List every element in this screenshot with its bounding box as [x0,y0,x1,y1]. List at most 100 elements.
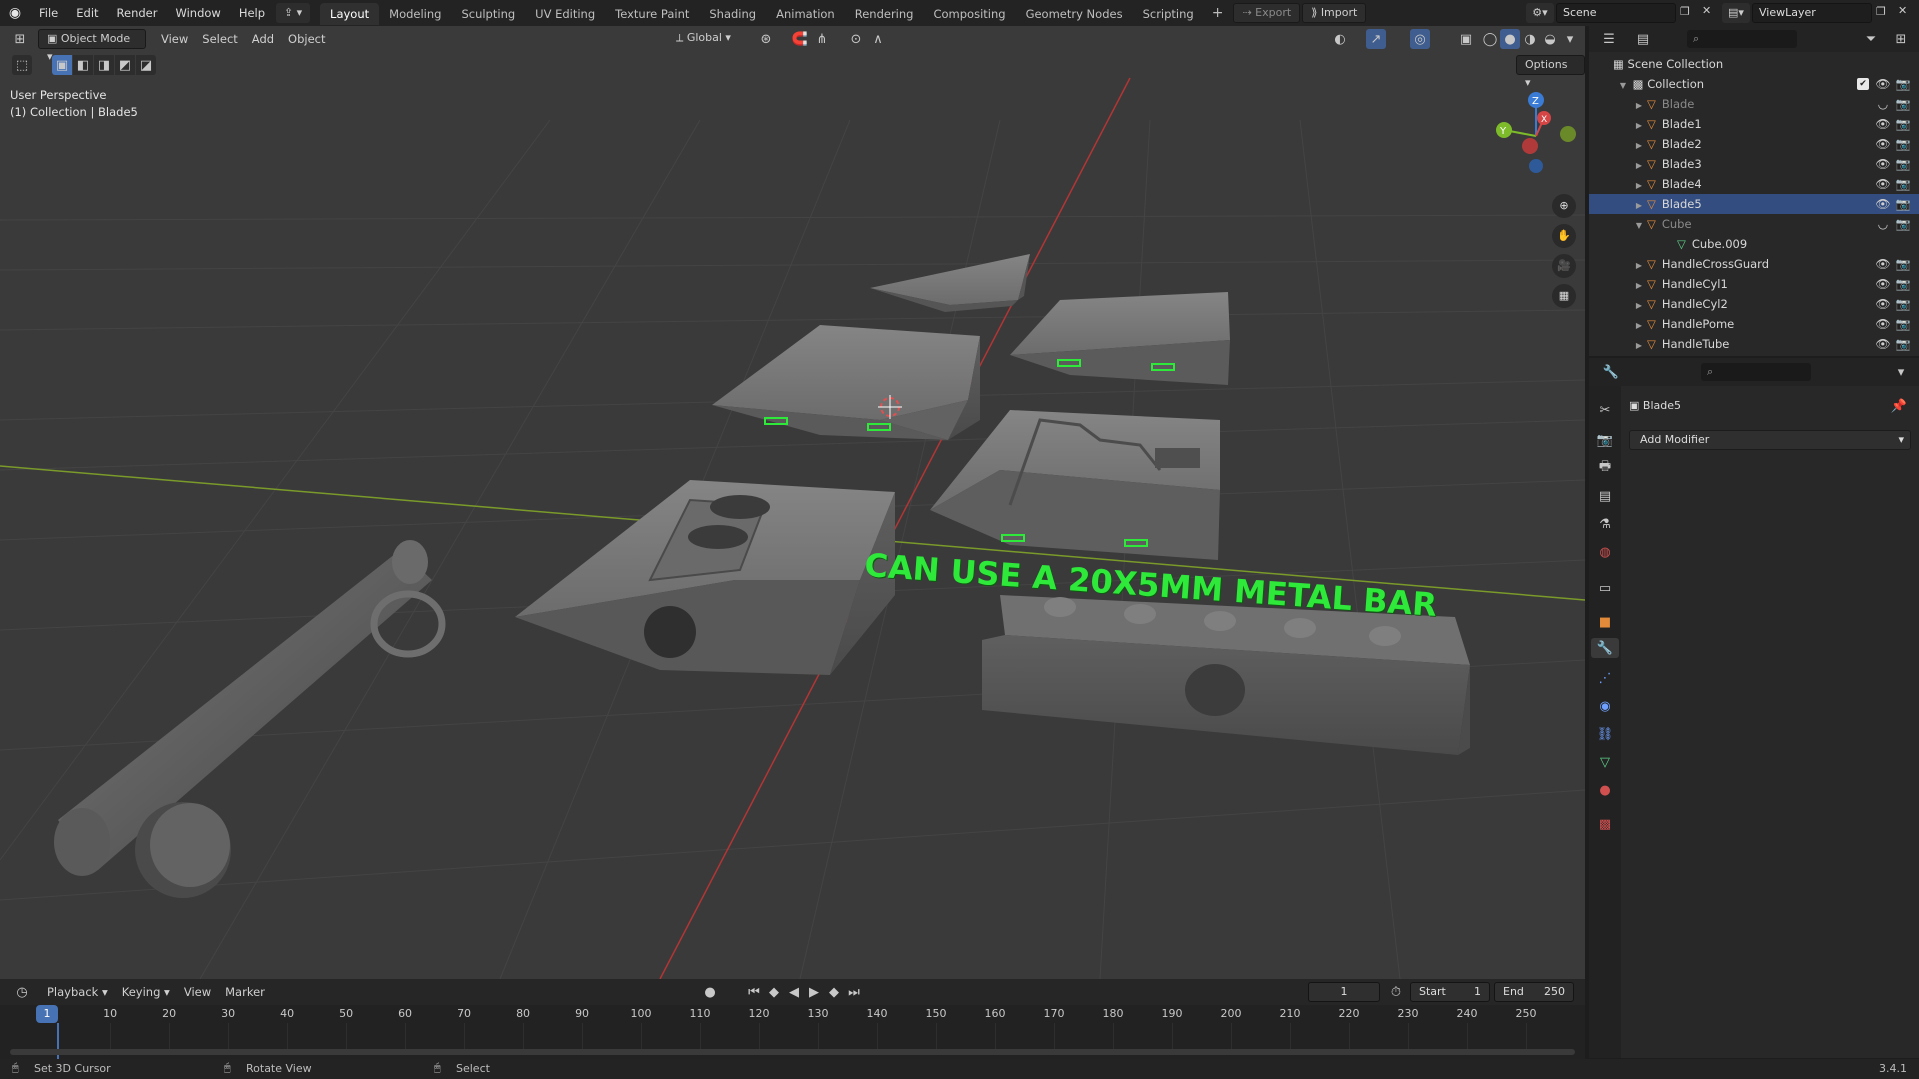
texture-tab-icon[interactable]: ▩ [1595,814,1615,834]
viewlayer-field[interactable]: ViewLayer [1752,3,1872,23]
eye-icon[interactable]: 👁 [1875,296,1891,312]
menu-select[interactable]: Select [195,29,244,49]
timeline-scrollbar[interactable] [10,1049,1575,1055]
start-frame-field[interactable]: Start 1 [1410,982,1490,1002]
expand-icon[interactable]: ▶ [1633,276,1645,296]
tab-scripting[interactable]: Scripting [1133,3,1204,25]
proportional-edit-icon[interactable]: ⊙ [846,29,866,49]
jump-end-icon[interactable]: ⏭ [844,982,864,1002]
modifier-tab-icon[interactable]: 🔧 [1591,638,1619,658]
new-viewlayer-icon[interactable]: ❐ [1876,5,1886,18]
camera-icon[interactable]: 📷 [1895,136,1911,152]
gizmo-toggle-icon[interactable]: ↗ [1366,29,1386,49]
current-frame-field[interactable]: 1 [1308,982,1380,1002]
rendered-shading-icon[interactable]: ◒ [1540,29,1560,49]
eye-icon[interactable]: 👁 [1875,116,1891,132]
camera-icon[interactable]: 📷 [1895,156,1911,172]
outliner-item[interactable]: ▶ ▽ Blade ◡ 📷 [1589,94,1919,114]
object-tab-icon[interactable]: ■ [1595,612,1615,632]
camera-icon[interactable]: 📷 [1895,216,1911,232]
tab-uv-editing[interactable]: UV Editing [525,3,605,25]
outliner-item[interactable]: ▶ ▽ HandleCyl1 👁 📷 [1589,274,1919,294]
expand-icon[interactable]: ▶ [1633,336,1645,356]
camera-icon[interactable]: 📷 [1895,276,1911,292]
navigation-gizmo[interactable]: Z Y X [1488,86,1578,176]
pivot-icon[interactable]: ⊛ [756,29,776,49]
tool-tab-icon[interactable]: ✂ [1595,400,1615,420]
timeline-ruler[interactable]: 10 20 30 40 50 60 70 80 90 100 110 120 130 140 150 160 1… [0,1005,1585,1059]
jump-start-icon[interactable]: ⏮ [744,982,764,1002]
visibility-icon[interactable]: ◐ [1330,29,1350,49]
outliner-item[interactable]: ▼ ▽ Cube ◡ 📷 [1589,214,1919,234]
menu-add[interactable]: Add [245,29,281,49]
timeline-editor-icon[interactable]: ◷ [12,982,32,1002]
camera-icon[interactable]: 📷 [1895,256,1911,272]
display-mode-icon[interactable]: ▤ [1633,29,1653,49]
orientation-dropdown[interactable]: ⟂ Global ▾ [668,29,739,49]
play-reverse-icon[interactable]: ◀ [784,982,804,1002]
prev-keyframe-icon[interactable]: ◆ [764,982,784,1002]
camera-icon[interactable]: 📷 [1895,296,1911,312]
select-subtract-icon[interactable]: ◨ [94,55,114,75]
ortho-grid-icon[interactable]: ▦ [1552,284,1576,308]
tab-modeling[interactable]: Modeling [379,3,451,25]
outliner-item[interactable]: ▶ ▽ HandleCyl2 👁 📷 [1589,294,1919,314]
collapse-icon[interactable]: ▼ [1617,76,1629,96]
eye-icon[interactable]: 👁 [1875,256,1891,272]
outliner-item[interactable]: ▶ ▽ Blade1 👁 📷 [1589,114,1919,134]
physics-tab-icon[interactable]: ◉ [1595,696,1615,716]
outliner-search-input[interactable]: ⌕ [1687,30,1797,48]
blender-logo-icon[interactable]: ◉ [0,5,30,21]
menu-render[interactable]: Render [108,0,167,26]
new-collection-icon[interactable]: ⊞ [1891,29,1911,49]
outliner-item[interactable]: ▶ ▽ Blade3 👁 📷 [1589,154,1919,174]
delete-viewlayer-icon[interactable]: ✕ [1898,4,1907,17]
view-layer-tab-icon[interactable]: ▤ [1595,486,1615,506]
outliner-collection[interactable]: ▼ ▩ Collection ✔ 👁 📷 [1589,74,1919,94]
tab-animation[interactable]: Animation [766,3,845,25]
eye-icon[interactable]: 👁 [1875,276,1891,292]
expand-icon[interactable]: ▶ [1633,156,1645,176]
expand-icon[interactable]: ▶ [1633,136,1645,156]
wireframe-shading-icon[interactable]: ◯ [1480,29,1500,49]
properties-options-icon[interactable]: ▾ [1891,362,1911,382]
collection-tab-icon[interactable]: ▭ [1595,578,1615,598]
expand-icon[interactable]: ▶ [1633,116,1645,136]
3d-viewport[interactable]: CAN USE A 20X5MM METAL BAR User Perspect… [0,26,1585,979]
outliner-item[interactable]: ▶ ▽ Blade4 👁 📷 [1589,174,1919,194]
select-invert-icon[interactable]: ◩ [115,55,135,75]
viewlayer-icon[interactable]: ▤▾ [1722,3,1750,23]
expand-icon[interactable]: ▶ [1633,256,1645,276]
tab-compositing[interactable]: Compositing [923,3,1015,25]
falloff-icon[interactable]: ∧ [868,29,888,49]
render-tab-icon[interactable]: 📷 [1595,430,1615,450]
end-frame-field[interactable]: End 250 [1494,982,1574,1002]
tab-layout[interactable]: Layout [320,3,380,25]
menu-window[interactable]: Window [166,0,229,26]
import-button[interactable]: ⟫ Import [1302,3,1367,23]
add-modifier-dropdown[interactable]: Add Modifier ▾ [1629,430,1911,450]
expand-icon[interactable]: ▶ [1633,176,1645,196]
expand-icon[interactable]: ▶ [1633,96,1645,116]
output-tab-icon[interactable]: 🖶 [1595,458,1615,478]
camera-icon[interactable]: 📷 [1895,116,1911,132]
material-tab-icon[interactable]: ● [1595,780,1615,800]
snap-icon[interactable]: 🧲 [790,29,810,49]
camera-icon[interactable]: 📷 [1895,196,1911,212]
delete-scene-icon[interactable]: ✕ [1702,4,1711,17]
eye-icon[interactable]: ◡ [1875,216,1891,232]
camera-icon[interactable]: 📷 [1895,76,1911,92]
eye-icon[interactable]: 👁 [1875,76,1891,92]
tab-geometry-nodes[interactable]: Geometry Nodes [1016,3,1133,25]
select-intersect-icon[interactable]: ◪ [136,55,156,75]
properties-editor-icon[interactable]: 🔧 [1601,362,1621,382]
menu-marker[interactable]: Marker [218,982,272,1002]
upload-icon[interactable]: ⇪ ▾ [276,3,311,23]
stopwatch-icon[interactable]: ⏱ [1386,982,1406,1002]
data-tab-icon[interactable]: ▽ [1595,752,1615,772]
play-icon[interactable]: ▶ [804,982,824,1002]
pan-hand-icon[interactable]: ✋ [1552,224,1576,248]
expand-icon[interactable]: ▶ [1633,196,1645,216]
eye-icon[interactable]: ◡ [1875,96,1891,112]
scene-tab-icon[interactable]: ⚗ [1595,514,1615,534]
